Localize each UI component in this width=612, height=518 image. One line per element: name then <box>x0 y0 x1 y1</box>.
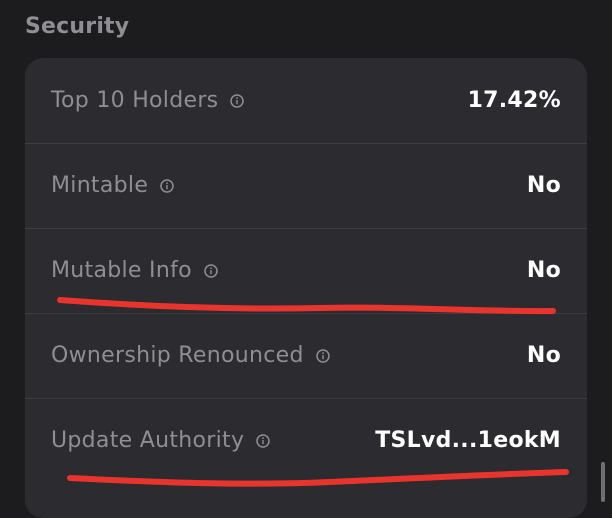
row-value: No <box>526 258 561 283</box>
row-label-group: Ownership Renounced <box>51 343 330 368</box>
row-value: No <box>526 343 561 368</box>
row-label-group: Top 10 Holders <box>51 88 245 113</box>
info-icon[interactable] <box>315 348 330 363</box>
row-value: No <box>526 173 561 198</box>
row-mutable-info: Mutable Info No <box>25 228 587 313</box>
info-icon[interactable] <box>256 433 271 448</box>
row-label-group: Mintable <box>51 173 174 198</box>
row-label: Mutable Info <box>51 258 192 283</box>
row-ownership-renounced: Ownership Renounced No <box>25 313 587 398</box>
row-value: 17.42% <box>467 88 561 113</box>
info-icon[interactable] <box>204 263 218 278</box>
row-mintable: Mintable No <box>25 143 587 228</box>
info-icon[interactable] <box>160 178 174 193</box>
row-label-group: Update Authority <box>51 428 271 453</box>
row-update-authority: Update Authority TSLvd...1eokM <box>25 398 587 483</box>
section-title: Security <box>25 14 130 39</box>
row-label-group: Mutable Info <box>51 258 218 283</box>
scrollbar-thumb[interactable] <box>601 462 605 502</box>
security-card: Top 10 Holders 17.42% Mintable No Mutabl… <box>25 58 587 518</box>
row-label: Mintable <box>51 173 149 198</box>
info-icon[interactable] <box>230 93 245 108</box>
row-top-10-holders: Top 10 Holders 17.42% <box>25 58 587 143</box>
row-label: Update Authority <box>51 428 245 453</box>
row-label: Ownership Renounced <box>51 343 304 368</box>
row-value: TSLvd...1eokM <box>375 428 561 453</box>
row-label: Top 10 Holders <box>51 88 219 113</box>
